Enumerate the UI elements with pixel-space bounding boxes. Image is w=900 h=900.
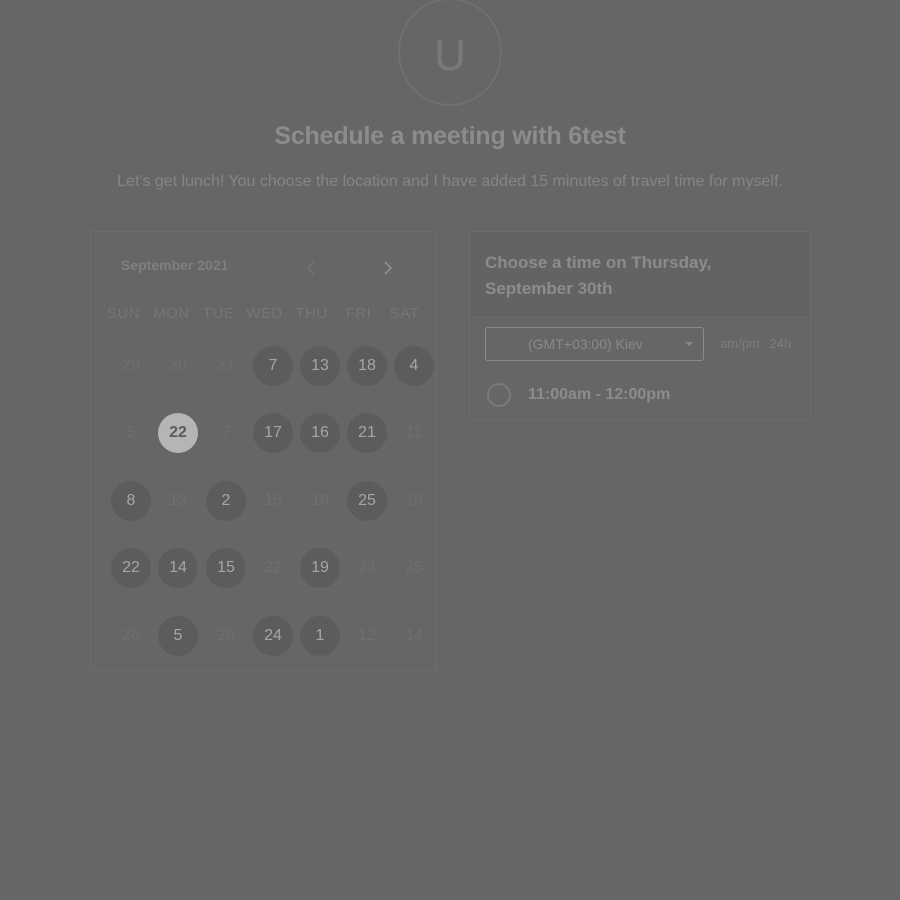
calendar-day[interactable]: 8 bbox=[111, 481, 151, 521]
avatar-initial: U bbox=[434, 31, 466, 80]
previous-month-button[interactable] bbox=[299, 256, 323, 280]
calendar-day: 22 bbox=[264, 559, 282, 576]
calendar-day: 16 bbox=[311, 492, 329, 509]
calendar-day[interactable]: 18 bbox=[347, 346, 387, 386]
calendar-day[interactable]: 21 bbox=[347, 413, 387, 453]
radio-icon bbox=[487, 383, 511, 407]
format-24h-option[interactable]: 24h bbox=[769, 336, 791, 351]
calendar-day[interactable]: 15 bbox=[206, 548, 246, 588]
calendar-day[interactable]: 5 bbox=[158, 616, 198, 656]
calendar-day: 12 bbox=[358, 627, 376, 644]
calendar-day[interactable]: 1 bbox=[300, 616, 340, 656]
weekday-label: WED bbox=[246, 305, 283, 322]
time-panel-header: Choose a time on Thursday, September 30t… bbox=[470, 232, 810, 318]
calendar-month-label: September 2021 bbox=[121, 257, 229, 273]
weekday-label: SUN bbox=[106, 305, 141, 322]
weekday-label: MON bbox=[153, 305, 190, 322]
calendar-day: 18 bbox=[405, 492, 423, 509]
weekday-label: TUE bbox=[202, 305, 235, 322]
calendar-day-selected[interactable]: 22 bbox=[158, 413, 198, 453]
selected-date-heading: Choose a time on Thursday, September 30t… bbox=[485, 253, 712, 298]
calendar-day[interactable]: 24 bbox=[253, 616, 293, 656]
calendar-day[interactable]: 7 bbox=[253, 346, 293, 386]
time-slot-label: 11:00am - 12:00pm bbox=[528, 386, 671, 403]
calendar-day[interactable]: 13 bbox=[300, 346, 340, 386]
time-format-toggle: am/pm 24h bbox=[720, 336, 791, 351]
meeting-description: Let's get lunch! You choose the location… bbox=[117, 173, 783, 190]
weekday-label: THU bbox=[295, 305, 328, 322]
next-month-button[interactable] bbox=[376, 256, 400, 280]
time-slot[interactable]: 11:00am - 12:00pm bbox=[487, 380, 670, 410]
host-avatar: U bbox=[398, 0, 502, 106]
calendar-day: 25 bbox=[405, 559, 423, 576]
calendar-day: 11 bbox=[405, 424, 423, 441]
calendar-day[interactable]: 17 bbox=[253, 413, 293, 453]
calendar-day: 14 bbox=[405, 627, 423, 644]
calendar-day[interactable]: 2 bbox=[206, 481, 246, 521]
calendar-day: 30 bbox=[169, 357, 187, 374]
calendar-day: 29 bbox=[122, 357, 140, 374]
weekday-label: FRI bbox=[345, 305, 372, 322]
page-title: Schedule a meeting with 6test bbox=[274, 122, 626, 150]
calendar-day: 24 bbox=[358, 559, 376, 576]
chevron-left-icon bbox=[306, 261, 315, 275]
calendar-day[interactable]: 25 bbox=[347, 481, 387, 521]
time-selection-panel: Choose a time on Thursday, September 30t… bbox=[469, 231, 811, 420]
calendar-day[interactable]: 14 bbox=[158, 548, 198, 588]
calendar-day[interactable]: 19 bbox=[300, 548, 340, 588]
format-separator bbox=[763, 336, 767, 351]
calendar-day: 5 bbox=[126, 424, 136, 441]
timezone-value: (GMT+03:00) Kiev bbox=[528, 336, 643, 352]
calendar-day[interactable]: 16 bbox=[300, 413, 340, 453]
calendar-day: 15 bbox=[264, 492, 282, 509]
calendar-day[interactable]: 4 bbox=[394, 346, 434, 386]
calendar-day[interactable]: 22 bbox=[111, 548, 151, 588]
calendar-day: 31 bbox=[217, 357, 235, 374]
weekday-label: SAT bbox=[389, 305, 420, 322]
format-ampm-option[interactable]: am/pm bbox=[720, 336, 760, 351]
calendar-day: 26 bbox=[122, 627, 140, 644]
calendar-day: 13 bbox=[169, 492, 187, 509]
calendar-day: 28 bbox=[217, 627, 235, 644]
calendar-panel: September 2021 SUN MON TUE WED THU FRI SAT 29 3… bbox=[90, 231, 437, 671]
chevron-right-icon bbox=[384, 261, 393, 275]
calendar-day: 7 bbox=[221, 424, 231, 441]
timezone-select[interactable]: (GMT+03:00) Kiev bbox=[485, 327, 704, 361]
caret-down-icon bbox=[685, 342, 693, 346]
